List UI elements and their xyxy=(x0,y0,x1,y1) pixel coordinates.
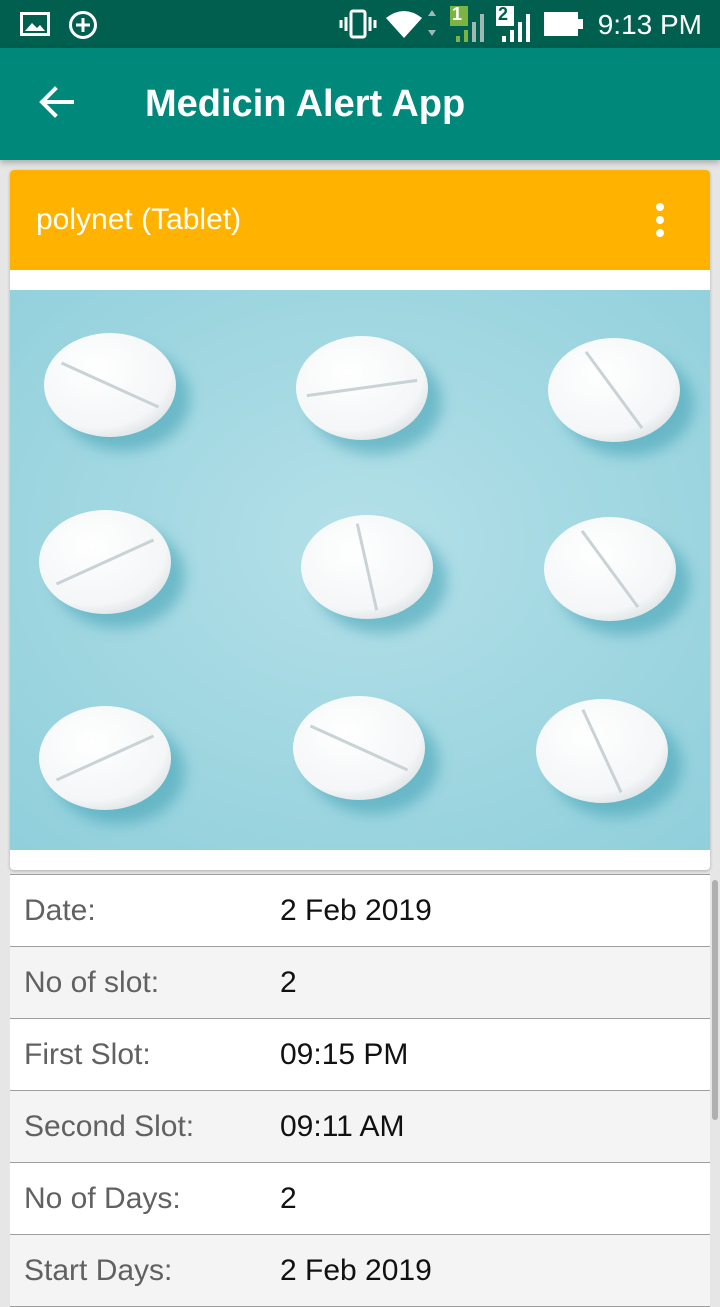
detail-row-slots: No of slot: 2 xyxy=(10,947,710,1019)
detail-label: Second Slot: xyxy=(24,1110,195,1143)
status-time: 9:13 PM xyxy=(597,9,702,40)
detail-value: 09:11 AM xyxy=(280,1110,405,1143)
vibrate-icon xyxy=(338,8,378,45)
status-bar: 1 2 9:13 PM xyxy=(0,0,720,48)
scrollbar[interactable] xyxy=(712,880,718,1120)
detail-row-first-slot: First Slot: 09:15 PM xyxy=(10,1019,710,1091)
battery-icon xyxy=(544,12,584,41)
detail-value: 09:15 PM xyxy=(280,1038,409,1071)
details-table: Date: 2 Feb 2019 No of slot: 2 First Slo… xyxy=(10,874,710,1307)
detail-value: 2 Feb 2019 xyxy=(280,894,432,927)
detail-row-start-days: Start Days: 2 Feb 2019 xyxy=(10,1235,710,1307)
detail-value: 2 xyxy=(280,1182,297,1215)
detail-label: Date: xyxy=(24,894,96,927)
detail-label: No of slot: xyxy=(24,966,160,999)
app-bar: Medicin Alert App xyxy=(0,48,720,160)
add-circle-icon xyxy=(68,10,98,45)
detail-row-days: No of Days: 2 xyxy=(10,1163,710,1235)
detail-value: 2 xyxy=(280,966,297,999)
overflow-menu-button[interactable] xyxy=(640,200,680,240)
wifi-icon xyxy=(384,8,440,45)
back-button[interactable] xyxy=(26,76,86,132)
arrow-back-icon xyxy=(38,85,74,123)
detail-label: Start Days: xyxy=(24,1254,173,1287)
medicine-image xyxy=(10,290,710,850)
card-header: polynet (Tablet) xyxy=(10,170,710,270)
detail-row-second-slot: Second Slot: 09:11 AM xyxy=(10,1091,710,1163)
detail-value: 2 Feb 2019 xyxy=(280,1254,432,1287)
detail-label: No of Days: xyxy=(24,1182,181,1215)
more-vert-icon xyxy=(656,203,664,211)
sim2-label: 2 xyxy=(498,4,509,24)
sim1-label: 1 xyxy=(452,4,463,24)
medicine-card[interactable]: polynet (Tablet) xyxy=(10,170,710,870)
detail-label: First Slot: xyxy=(24,1038,151,1071)
detail-row-date: Date: 2 Feb 2019 xyxy=(10,875,710,947)
gallery-icon xyxy=(20,12,50,41)
medicine-name: polynet (Tablet) xyxy=(36,203,242,236)
page-title: Medicin Alert App xyxy=(145,83,466,125)
